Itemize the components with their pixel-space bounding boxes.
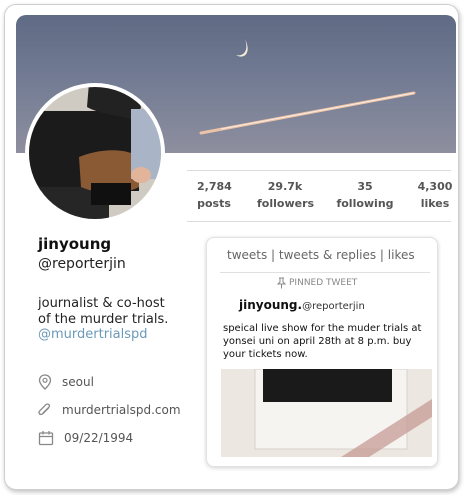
birthday-text: 09/22/1994 (64, 431, 134, 445)
profile-card: 2,784 posts 29.7k followers 35 following… (4, 4, 459, 490)
calendar-icon (38, 431, 54, 446)
birthday-row: 09/22/1994 (38, 429, 133, 447)
stat-posts[interactable]: 2,784 posts (197, 180, 232, 210)
pin-icon (277, 277, 286, 289)
tweet-author-name: jinyoung. (239, 298, 303, 312)
tweet-author-handle: @reporterjin (302, 301, 365, 312)
location-row: seoul (38, 373, 94, 391)
display-name: jinyoung (38, 235, 112, 253)
map-pin-icon (38, 374, 52, 390)
bio: journalist & co-host of the murder trial… (38, 296, 208, 328)
bio-line: journalist & co-host (38, 296, 165, 311)
stat-followers-value: 29.7k (267, 180, 303, 193)
divider (220, 272, 430, 273)
tweet-media-image[interactable] (221, 369, 432, 457)
profile-stats: 2,784 posts 29.7k followers 35 following… (187, 170, 452, 222)
tweet-text: speical live show for the muder trials a… (223, 323, 422, 360)
stat-following-value: 35 (357, 180, 373, 193)
user-handle: @reporterjin (38, 256, 126, 272)
location-text: seoul (62, 375, 94, 389)
stat-likes-label: likes (420, 197, 450, 210)
paperclip-icon (38, 403, 51, 416)
avatar[interactable] (25, 83, 165, 223)
pinned-tweet-label: PINNED TWEET (289, 278, 358, 288)
bio-mention-link[interactable]: @murdertrialspd (38, 327, 148, 342)
website-link[interactable]: murdertrialspd.com (62, 403, 181, 417)
tweet-author[interactable]: jinyoung.@reporterjin (239, 298, 365, 312)
moon-icon (236, 39, 248, 57)
bio-line: of the murder trials. (38, 312, 169, 327)
tweets-panel: tweets | tweets & replies | likes PINNED… (206, 237, 438, 467)
tweets-tabs[interactable]: tweets | tweets & replies | likes (227, 248, 415, 262)
avatar-photo (29, 87, 161, 219)
stat-likes-value: 4,300 (417, 180, 453, 193)
tweet-photo (221, 369, 432, 457)
stat-posts-value: 2,784 (197, 180, 232, 193)
stat-followers[interactable]: 29.7k followers (257, 180, 315, 210)
stat-posts-label: posts (197, 197, 231, 210)
stat-followers-label: followers (257, 197, 315, 210)
stat-likes[interactable]: 4,300 likes (415, 180, 455, 210)
stat-following[interactable]: 35 following (335, 180, 395, 210)
pinned-label-row: PINNED TWEET (277, 277, 357, 289)
stat-following-label: following (336, 197, 394, 210)
website-row: murdertrialspd.com (38, 401, 181, 419)
